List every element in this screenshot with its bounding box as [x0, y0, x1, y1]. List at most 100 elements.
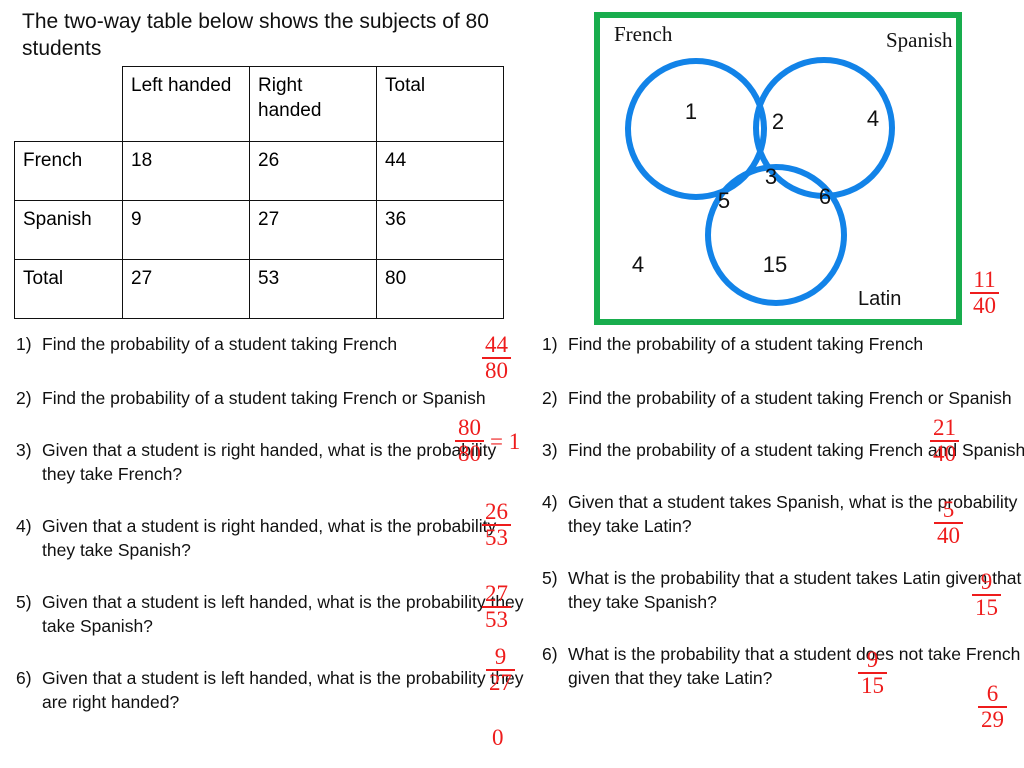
answer-right-5: 9 15	[858, 647, 887, 698]
question-number: 5)	[542, 568, 558, 588]
fraction-numerator: 21	[933, 415, 956, 440]
fraction-numerator: 5	[942, 497, 955, 522]
table-col-header-left-handed: Left handed	[122, 66, 250, 142]
table-corner-cell	[14, 66, 123, 142]
question-item: 5) What is the probability that a studen…	[536, 566, 1024, 614]
answer-left-6: 0	[492, 726, 504, 749]
question-item: 1) Find the probability of a student tak…	[10, 332, 530, 356]
table-cell: 9	[122, 200, 250, 260]
table-header-row: Left handed Right handed Total	[14, 66, 504, 142]
table-row-header-total: Total	[14, 259, 123, 319]
question-text: What is the probability that a student t…	[568, 568, 1022, 612]
fraction-numerator: 9	[494, 644, 507, 669]
question-text: Find the probability of a student taking…	[42, 388, 486, 408]
question-number: 4)	[16, 516, 32, 536]
answer-right-4: 9 15	[972, 569, 1001, 620]
question-item: 6) What is the probability that a studen…	[536, 642, 1024, 690]
fraction-denominator: 29	[978, 706, 1007, 732]
fraction-numerator: 9	[980, 569, 993, 594]
table-row-header-spanish: Spanish	[14, 200, 123, 260]
venn-count-french-spanish: 2	[771, 109, 785, 134]
question-text: Given that a student is right handed, wh…	[42, 516, 497, 560]
table-cell: 44	[376, 141, 504, 201]
table-cell: 80	[376, 259, 504, 319]
question-text: Given that a student is left handed, wha…	[42, 592, 524, 636]
question-item: 4) Given that a student is right handed,…	[10, 514, 530, 562]
fraction-numerator: 11	[973, 267, 996, 292]
question-text: Find the probability of a student taking…	[568, 388, 1012, 408]
table-cell: 53	[249, 259, 377, 319]
table-col-header-total: Total	[376, 66, 504, 142]
question-text: Given that a student is left handed, wha…	[42, 668, 524, 712]
question-number: 3)	[542, 440, 558, 460]
venn-label-french: French	[614, 22, 673, 46]
table-col-header-right-handed: Right handed	[249, 66, 377, 142]
venn-count-french-latin: 5	[717, 188, 731, 213]
fraction-numerator: 9	[866, 647, 879, 672]
question-item: 2) Find the probability of a student tak…	[536, 386, 1024, 410]
answer-left-1: 44 80	[482, 332, 511, 383]
answer-right-6: 6 29	[978, 681, 1007, 732]
fraction-numerator: 6	[986, 681, 999, 706]
question-item: 3) Given that a student is right handed,…	[10, 438, 530, 486]
question-number: 2)	[542, 388, 558, 408]
venn-label-latin: Latin	[858, 288, 902, 310]
page-title: The two-way table below shows the subjec…	[22, 10, 489, 60]
venn-outside-answer: 11 40	[970, 267, 999, 318]
question-number: 4)	[542, 492, 558, 512]
answer-left-2: 80 80 = 1	[455, 415, 521, 466]
two-way-table: Left handed Right handed Total French 18…	[14, 66, 504, 319]
question-number: 6)	[16, 668, 32, 688]
table-cell: 36	[376, 200, 504, 260]
venn-count-outside: 4	[631, 252, 645, 277]
answer-right-2: 21 40	[930, 415, 959, 466]
question-number: 3)	[16, 440, 32, 460]
fraction-denominator: 80	[482, 357, 511, 383]
question-item: 1) Find the probability of a student tak…	[536, 332, 1024, 356]
question-number: 1)	[542, 334, 558, 354]
answer-whole: 0	[492, 725, 504, 750]
fraction-denominator: 40	[934, 522, 963, 548]
venn-count-all-three: 3	[764, 164, 778, 189]
question-text: Find the probability of a student taking…	[568, 334, 924, 354]
table-cell: 26	[249, 141, 377, 201]
table-row-header-french: French	[14, 141, 123, 201]
question-number: 5)	[16, 592, 32, 612]
venn-count-french-only: 1	[684, 99, 698, 124]
table-cell: 18	[122, 141, 250, 201]
venn-count-spanish-latin: 6	[818, 184, 832, 209]
fraction-numerator: 80	[458, 415, 481, 440]
question-item: 6) Given that a student is left handed, …	[10, 666, 530, 714]
fraction-denominator: 80	[455, 440, 484, 466]
answer-left-4: 27 53	[482, 581, 511, 632]
answer-right-3: 5 40	[934, 497, 963, 548]
fraction-denominator: 40	[930, 440, 959, 466]
question-text: What is the probability that a student d…	[568, 644, 1021, 688]
table-row: Spanish 9 27 36	[14, 200, 504, 260]
table-row: French 18 26 44	[14, 141, 504, 201]
question-number: 2)	[16, 388, 32, 408]
question-number: 1)	[16, 334, 32, 354]
fraction-denominator: 15	[972, 594, 1001, 620]
questions-left-column: 1) Find the probability of a student tak…	[10, 330, 530, 714]
question-item: 5) Given that a student is left handed, …	[10, 590, 530, 638]
fraction-numerator: 44	[485, 332, 508, 357]
table-row: Total 27 53 80	[14, 259, 504, 319]
fraction-denominator: 53	[482, 524, 511, 550]
answer-suffix: = 1	[490, 428, 521, 454]
venn-count-latin-only: 15	[762, 252, 788, 277]
fraction-denominator: 15	[858, 672, 887, 698]
fraction-denominator: 27	[486, 669, 515, 695]
question-text: Find the probability of a student taking…	[42, 334, 398, 354]
venn-count-spanish-only: 4	[866, 106, 880, 131]
question-number: 6)	[542, 644, 558, 664]
table-cell: 27	[249, 200, 377, 260]
fraction-numerator: 26	[485, 499, 508, 524]
question-item: 2) Find the probability of a student tak…	[10, 386, 530, 410]
venn-label-spanish: Spanish	[886, 28, 953, 52]
table-cell: 27	[122, 259, 250, 319]
fraction-denominator: 40	[970, 292, 999, 318]
answer-left-5: 9 27	[486, 644, 515, 695]
fraction-numerator: 27	[485, 581, 508, 606]
fraction-denominator: 53	[482, 606, 511, 632]
